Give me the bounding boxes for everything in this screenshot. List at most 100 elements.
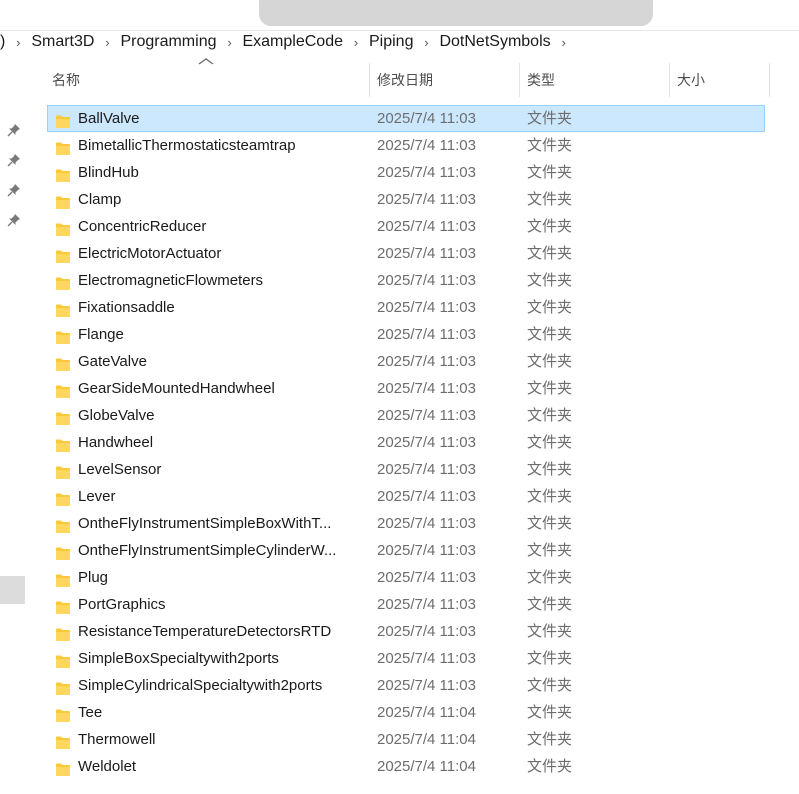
breadcrumb: ) › Smart3D › Programming › ExampleCode … [0, 31, 573, 53]
file-row[interactable]: Weldolet 2025/7/4 11:04 文件夹 [47, 753, 765, 780]
breadcrumb-item-programming[interactable]: Programming [116, 33, 220, 51]
file-date: 2025/7/4 11:04 [377, 731, 476, 748]
file-type: 文件夹 [527, 380, 573, 397]
file-type: 文件夹 [527, 758, 573, 775]
column-divider[interactable] [519, 63, 520, 97]
file-type: 文件夹 [527, 245, 573, 262]
file-row[interactable]: PortGraphics 2025/7/4 11:03 文件夹 [47, 591, 765, 618]
column-divider[interactable] [769, 63, 770, 97]
file-row[interactable]: Lever 2025/7/4 11:03 文件夹 [47, 483, 765, 510]
chevron-right-icon[interactable]: › [555, 35, 573, 50]
navigation-pane [0, 96, 28, 794]
column-header-date[interactable]: 修改日期 [377, 63, 433, 97]
file-name: Tee [78, 704, 103, 721]
file-date: 2025/7/4 11:03 [377, 677, 476, 694]
breadcrumb-item-smart3d[interactable]: Smart3D [27, 33, 98, 51]
column-divider[interactable] [369, 63, 370, 97]
file-date: 2025/7/4 11:03 [377, 488, 476, 505]
file-row[interactable]: Clamp 2025/7/4 11:03 文件夹 [47, 186, 765, 213]
nav-pane-highlight[interactable] [0, 576, 25, 604]
file-row[interactable]: OntheFlyInstrumentSimpleCylinderW... 2025… [47, 537, 765, 564]
file-date: 2025/7/4 11:03 [377, 191, 476, 208]
file-name: LevelSensor [78, 461, 162, 478]
file-date: 2025/7/4 11:03 [377, 515, 476, 532]
file-date: 2025/7/4 11:03 [377, 326, 476, 343]
file-name: Lever [78, 488, 116, 505]
file-date: 2025/7/4 11:03 [377, 461, 476, 478]
file-row[interactable]: Fixationsaddle 2025/7/4 11:03 文件夹 [47, 294, 765, 321]
breadcrumb-lead: ) [0, 33, 6, 50]
file-name: SimpleBoxSpecialtywith2ports [78, 650, 279, 667]
chevron-right-icon[interactable]: › [98, 35, 116, 50]
file-date: 2025/7/4 11:03 [377, 110, 476, 127]
file-row[interactable]: Tee 2025/7/4 11:04 文件夹 [47, 699, 765, 726]
file-date: 2025/7/4 11:03 [377, 272, 476, 289]
column-header-type[interactable]: 类型 [527, 63, 555, 97]
folder-icon [55, 516, 71, 533]
file-row[interactable]: SimpleCylindricalSpecialtywith2ports 2025… [47, 672, 765, 699]
file-type: 文件夹 [527, 137, 573, 154]
folder-icon [55, 732, 71, 749]
file-row[interactable]: Plug 2025/7/4 11:03 文件夹 [47, 564, 765, 591]
file-type: 文件夹 [527, 596, 573, 613]
file-date: 2025/7/4 11:03 [377, 542, 476, 559]
file-type: 文件夹 [527, 191, 573, 208]
file-name: BallValve [78, 110, 140, 127]
folder-icon [55, 462, 71, 479]
pin-icon[interactable] [7, 183, 21, 197]
breadcrumb-item-dotnetsymbols[interactable]: DotNetSymbols [435, 33, 554, 51]
file-row[interactable]: ResistanceTemperatureDetectorsRTD 2025/7/… [47, 618, 765, 645]
file-row[interactable]: OntheFlyInstrumentSimpleBoxWithT... 2025/… [47, 510, 765, 537]
file-row[interactable]: LevelSensor 2025/7/4 11:03 文件夹 [47, 456, 765, 483]
file-row[interactable]: Flange 2025/7/4 11:03 文件夹 [47, 321, 765, 348]
chevron-right-icon[interactable]: › [417, 35, 435, 50]
file-type: 文件夹 [527, 542, 573, 559]
title-bar [0, 0, 799, 31]
column-header-name[interactable]: 名称 [52, 63, 80, 97]
file-row[interactable]: Handwheel 2025/7/4 11:03 文件夹 [47, 429, 765, 456]
file-row[interactable]: BimetallicThermostaticsteamtrap 2025/7/4 … [47, 132, 765, 159]
folder-icon [55, 435, 71, 452]
file-date: 2025/7/4 11:03 [377, 245, 476, 262]
column-header-size[interactable]: 大小 [677, 63, 705, 97]
file-row[interactable]: BallValve 2025/7/4 11:03 文件夹 [47, 105, 765, 132]
file-date: 2025/7/4 11:03 [377, 596, 476, 613]
file-name: OntheFlyInstrumentSimpleBoxWithT... [78, 515, 332, 532]
pin-icon[interactable] [7, 153, 21, 167]
folder-icon [55, 192, 71, 209]
folder-icon [55, 354, 71, 371]
breadcrumb-item-examplecode[interactable]: ExampleCode [238, 33, 347, 51]
file-row[interactable]: GlobeValve 2025/7/4 11:03 文件夹 [47, 402, 765, 429]
file-type: 文件夹 [527, 164, 573, 181]
file-type: 文件夹 [527, 326, 573, 343]
file-explorer-window: ) › Smart3D › Programming › ExampleCode … [0, 0, 799, 794]
file-row[interactable]: ElectromagneticFlowmeters 2025/7/4 11:03 文… [47, 267, 765, 294]
file-row[interactable]: GateValve 2025/7/4 11:03 文件夹 [47, 348, 765, 375]
file-row[interactable]: GearSideMountedHandwheel 2025/7/4 11:03 文件… [47, 375, 765, 402]
file-row[interactable]: ElectricMotorActuator 2025/7/4 11:03 文件夹 [47, 240, 765, 267]
file-date: 2025/7/4 11:03 [377, 218, 476, 235]
file-row[interactable]: Thermowell 2025/7/4 11:04 文件夹 [47, 726, 765, 753]
chevron-right-icon[interactable]: › [9, 35, 27, 50]
file-name: Handwheel [78, 434, 154, 451]
file-type: 文件夹 [527, 704, 573, 721]
folder-icon [55, 408, 71, 425]
file-type: 文件夹 [527, 677, 573, 694]
file-row[interactable]: ConcentricReducer 2025/7/4 11:03 文件夹 [47, 213, 765, 240]
file-name: Weldolet [78, 758, 137, 775]
pin-icon[interactable] [7, 213, 21, 227]
file-name: Thermowell [78, 731, 156, 748]
chevron-right-icon[interactable]: › [220, 35, 238, 50]
pin-icon[interactable] [7, 123, 21, 137]
file-name: Flange [78, 326, 124, 343]
file-name: GateValve [78, 353, 147, 370]
breadcrumb-item-piping[interactable]: Piping [365, 33, 417, 51]
file-row[interactable]: SimpleBoxSpecialtywith2ports 2025/7/4 11:… [47, 645, 765, 672]
file-date: 2025/7/4 11:03 [377, 407, 476, 424]
column-divider[interactable] [669, 63, 670, 97]
file-row[interactable]: BlindHub 2025/7/4 11:03 文件夹 [47, 159, 765, 186]
file-name: Plug [78, 569, 109, 586]
file-date: 2025/7/4 11:03 [377, 380, 476, 397]
chevron-right-icon[interactable]: › [347, 35, 365, 50]
file-type: 文件夹 [527, 407, 573, 424]
